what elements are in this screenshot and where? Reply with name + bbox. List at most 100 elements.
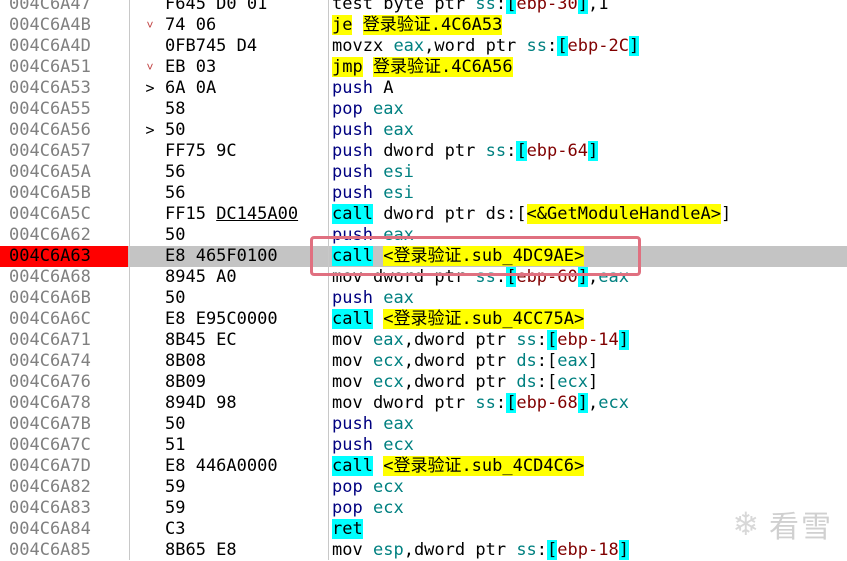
address-cell[interactable]: 004C6A6C (0, 309, 128, 330)
disasm-row[interactable]: 004C6A68 8945 A0 mov dword ptr ss:[ebp-60]… (0, 267, 847, 288)
disasm-row[interactable]: 004C6A4D 0FB745 D4 movzx eax,word ptr ss:[… (0, 36, 847, 57)
disasm-row[interactable]: 004C6A7C 51 push ecx (0, 435, 847, 456)
instruction-cell[interactable]: call dword ptr ds:[<&GetModuleHandleA>] (332, 204, 731, 225)
address-cell[interactable]: 004C6A7C (0, 435, 128, 456)
instruction-cell[interactable]: push A (332, 78, 393, 99)
disasm-row[interactable]: 004C6A84 C3 ret (0, 519, 847, 540)
address-cell[interactable]: 004C6A56 (0, 120, 128, 141)
disasm-row[interactable]: 004C6A47 F645 D0 01 test byte ptr ss:[ebp-… (0, 0, 847, 15)
instruction-token: : (536, 330, 548, 350)
disasm-row[interactable]: 004C6A78 894D 98 mov dword ptr ss:[ebp-68]… (0, 393, 847, 414)
instruction-cell[interactable]: push dword ptr ss:[ebp-64] (332, 141, 599, 162)
disasm-row[interactable]: 004C6A57 FF75 9C push dword ptr ss:[ebp-64… (0, 141, 847, 162)
instruction-token: ebp-68 (516, 393, 578, 413)
instruction-cell[interactable]: push esi (332, 183, 414, 204)
address-cell[interactable]: 004C6A4B (0, 15, 128, 36)
address-cell[interactable]: 004C6A7B (0, 414, 128, 435)
instruction-token: dword ptr (413, 372, 507, 392)
address-cell[interactable]: 004C6A7D (0, 456, 128, 477)
instruction-token: call (332, 204, 373, 224)
address-cell[interactable]: 004C6A55 (0, 99, 128, 120)
instruction-cell[interactable]: movzx eax,word ptr ss:[ebp-2C] (332, 36, 640, 57)
address-cell[interactable]: 004C6A76 (0, 372, 128, 393)
instruction-cell[interactable]: pop eax (332, 99, 404, 120)
instruction-cell[interactable]: mov ecx,dword ptr ds:[eax] (332, 351, 598, 372)
disasm-row[interactable]: 004C6A71 8B45 EC mov eax,dword ptr ss:[ebp… (0, 330, 847, 351)
disasm-row[interactable]: 004C6A82 59 pop ecx (0, 477, 847, 498)
instruction-cell[interactable]: pop ecx (332, 477, 404, 498)
instruction-token: eax (557, 351, 588, 371)
address-cell[interactable]: 004C6A82 (0, 477, 128, 498)
instruction-token: dword ptr (413, 330, 507, 350)
address-cell[interactable]: 004C6A6B (0, 288, 128, 309)
disasm-row[interactable]: 004C6A53 >6A 0A push A (0, 78, 847, 99)
address-cell[interactable]: 004C6A74 (0, 351, 128, 372)
disasm-row[interactable]: 004C6A63 E8 465F0100 call <登录验证.sub_4DC9AE… (0, 246, 847, 267)
disasm-row[interactable]: 004C6A6B 50 push eax (0, 288, 847, 309)
address-cell[interactable]: 004C6A63 (0, 246, 128, 267)
instruction-token (363, 351, 373, 371)
disasm-row[interactable]: 004C6A7B 50 push eax (0, 414, 847, 435)
instruction-cell[interactable]: call <登录验证.sub_4CD4C6> (332, 456, 585, 477)
address-cell[interactable]: 004C6A68 (0, 267, 128, 288)
disasm-row[interactable]: 004C6A5A 56 push esi (0, 162, 847, 183)
instruction-token: push (332, 162, 373, 182)
instruction-cell[interactable]: push eax (332, 288, 414, 309)
address-cell[interactable]: 004C6A57 (0, 141, 128, 162)
instruction-cell[interactable]: test byte ptr ss:[ebp-30],1 (332, 0, 609, 15)
instruction-token: je (332, 15, 353, 35)
disasm-row[interactable]: 004C6A4B ˅ 74 06 je 登录验证.4C6A53 (0, 15, 847, 36)
address-cell[interactable]: 004C6A78 (0, 393, 128, 414)
instruction-token: eax (372, 330, 404, 350)
disasm-row[interactable]: 004C6A83 59 pop ecx (0, 498, 847, 519)
instruction-cell[interactable]: je 登录验证.4C6A53 (332, 15, 503, 36)
disasm-row[interactable]: 004C6A6C E8 E95C0000 call <登录验证.sub_4CC75A… (0, 309, 847, 330)
jump-direction-arrow: ˅ (146, 60, 154, 74)
disasm-row[interactable]: 004C6A55 58 pop eax (0, 99, 847, 120)
disasm-row[interactable]: 004C6A74 8B08 mov ecx,dword ptr ds:[eax] (0, 351, 847, 372)
disasm-row[interactable]: 004C6A7D E8 446A0000 call <登录验证.sub_4CD4C6… (0, 456, 847, 477)
instruction-token: ss (516, 330, 537, 350)
instruction-cell[interactable]: push eax (332, 414, 414, 435)
disasm-row[interactable]: 004C6A62 50 push eax (0, 225, 847, 246)
instruction-token: movzx (332, 36, 384, 56)
bytes-cell: 50 (165, 288, 186, 308)
instruction-cell[interactable]: call <登录验证.sub_4DC9AE> (332, 246, 585, 267)
address-cell[interactable]: 004C6A53 (0, 78, 128, 99)
instruction-cell[interactable]: ret (332, 519, 363, 540)
instruction-cell[interactable]: push eax (332, 225, 414, 246)
instruction-cell[interactable]: push ecx (332, 435, 414, 456)
instruction-cell[interactable]: pop ecx (332, 498, 404, 519)
address-cell[interactable]: 004C6A84 (0, 519, 128, 540)
address-cell[interactable]: 004C6A62 (0, 225, 128, 246)
instruction-cell[interactable]: push eax (332, 120, 414, 141)
disasm-row[interactable]: 004C6A5B 56 push esi (0, 183, 847, 204)
address-cell[interactable]: 004C6A71 (0, 330, 128, 351)
disasm-row[interactable]: 004C6A56 >50 push eax (0, 120, 847, 141)
address-cell[interactable]: 004C6A83 (0, 498, 128, 519)
address-cell[interactable]: 004C6A5B (0, 183, 128, 204)
instruction-cell[interactable]: mov dword ptr ss:[ebp-68],ecx (332, 393, 629, 414)
instruction-cell[interactable]: call <登录验证.sub_4CC75A> (332, 309, 585, 330)
disasm-row[interactable]: 004C6A51 ˅ EB 03 jmp 登录验证.4C6A56 (0, 57, 847, 78)
address-cell[interactable]: 004C6A4D (0, 36, 128, 57)
address-cell[interactable]: 004C6A5A (0, 162, 128, 183)
instruction-cell[interactable]: mov dword ptr ss:[ebp-60],eax (332, 267, 629, 288)
instruction-token: eax (598, 267, 629, 287)
disasm-row[interactable]: 004C6A5C FF15 DC145A00 call dword ptr ds:[… (0, 204, 847, 225)
instruction-cell[interactable]: mov esp,dword ptr ss:[ebp-18] (332, 540, 629, 561)
disasm-row[interactable]: 004C6A76 8B09 mov ecx,dword ptr ds:[ecx] (0, 372, 847, 393)
instruction-token: dword ptr (372, 393, 466, 413)
instruction-cell[interactable]: mov eax,dword ptr ss:[ebp-14] (332, 330, 629, 351)
disasm-row[interactable]: 004C6A85 8B65 E8 mov esp,dword ptr ss:[ebp… (0, 540, 847, 561)
instruction-cell[interactable]: mov ecx,dword ptr ds:[ecx] (332, 372, 598, 393)
address-cell[interactable]: 004C6A85 (0, 540, 128, 561)
instruction-token (465, 0, 475, 14)
disassembly-view[interactable]: 004C6A47 F645 D0 01 test byte ptr ss:[ebp-… (0, 0, 847, 561)
address-cell[interactable]: 004C6A51 (0, 57, 128, 78)
watermark-text: 看雪 (769, 510, 833, 545)
instruction-cell[interactable]: push esi (332, 162, 414, 183)
address-cell[interactable]: 004C6A47 (0, 0, 128, 15)
instruction-cell[interactable]: jmp 登录验证.4C6A56 (332, 57, 513, 78)
address-cell[interactable]: 004C6A5C (0, 204, 128, 225)
